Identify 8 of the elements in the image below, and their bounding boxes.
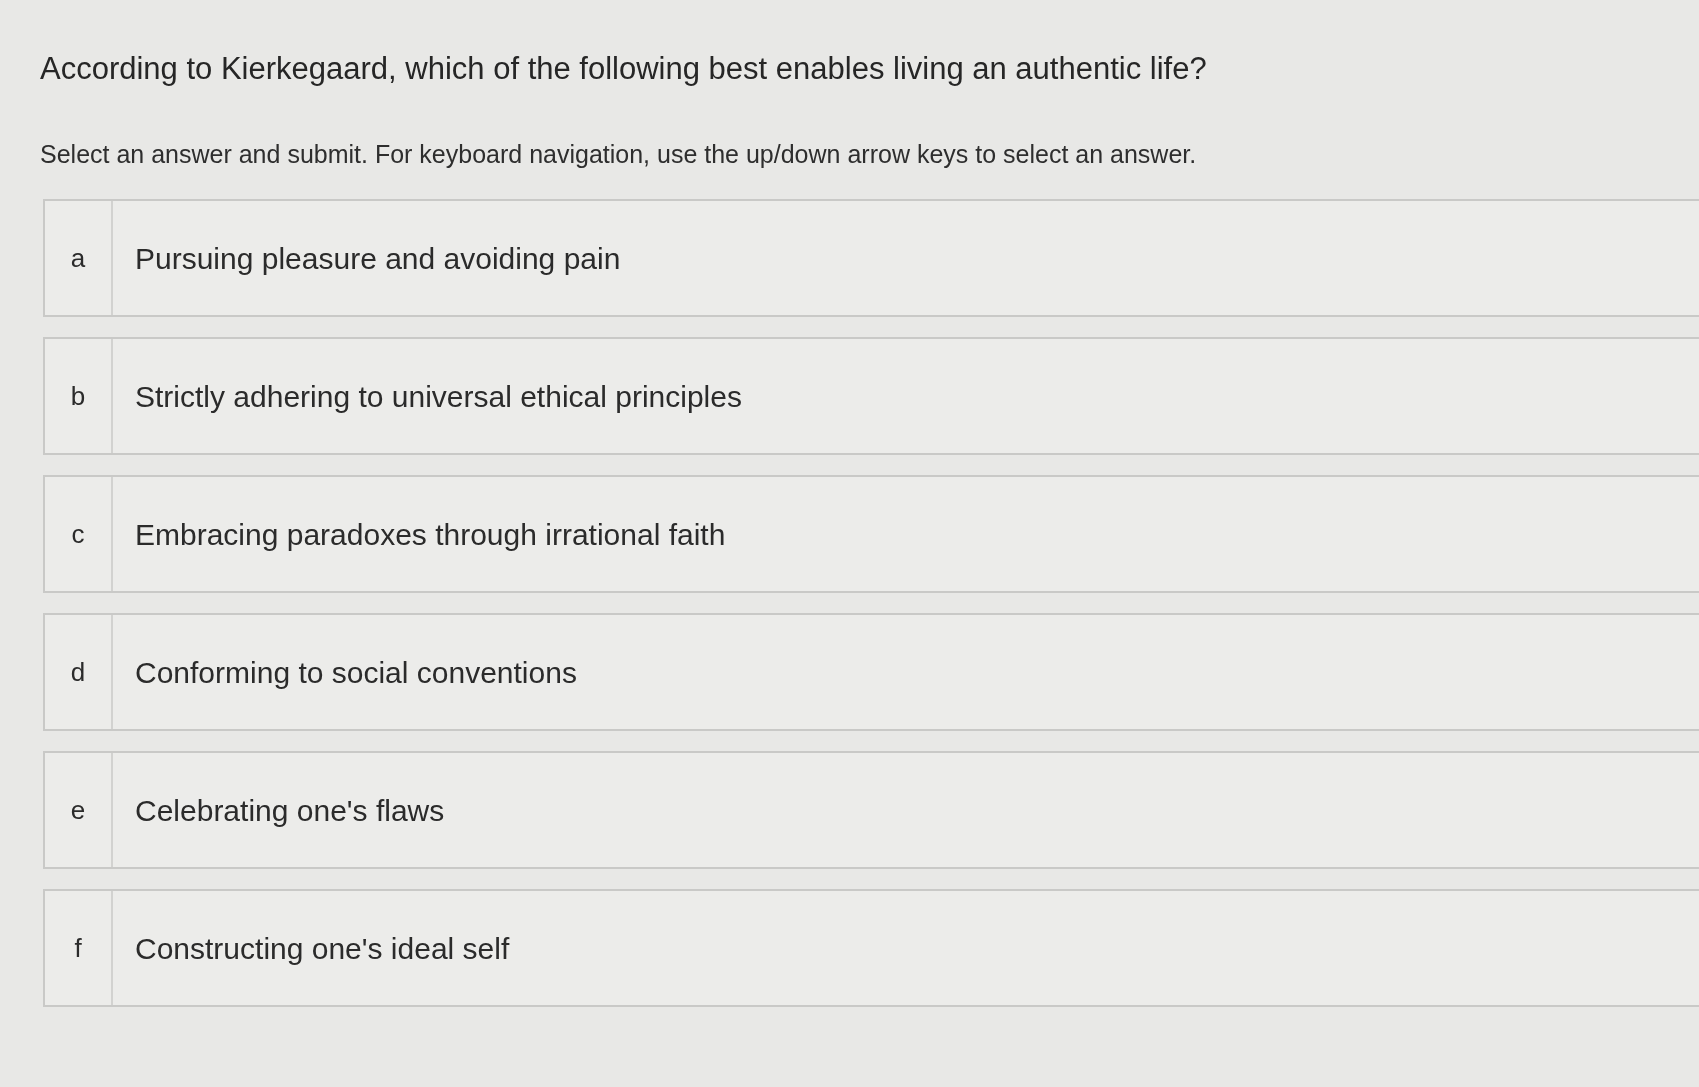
answer-option[interactable]: b Strictly adhering to universal ethical principles — [43, 337, 1699, 456]
answer-option[interactable]: d Conforming to social conventions — [43, 613, 1699, 732]
question-text: According to Kierkegaard, which of the following best enables living an authentic life? — [40, 50, 1208, 88]
answer-option[interactable]: f Constructing one's ideal self — [43, 889, 1699, 1008]
answer-option[interactable]: a Pursuing pleasure and avoiding pain — [43, 199, 1699, 318]
answer-option[interactable]: c Embracing paradoxes through irrational faith — [43, 475, 1699, 594]
instructions-text: Select an answer and submit. For keyboard navigation, use the up/down arrow keys to select an answer. — [40, 139, 1198, 170]
answer-option[interactable]: e Celebrating one's flaws — [43, 751, 1699, 870]
